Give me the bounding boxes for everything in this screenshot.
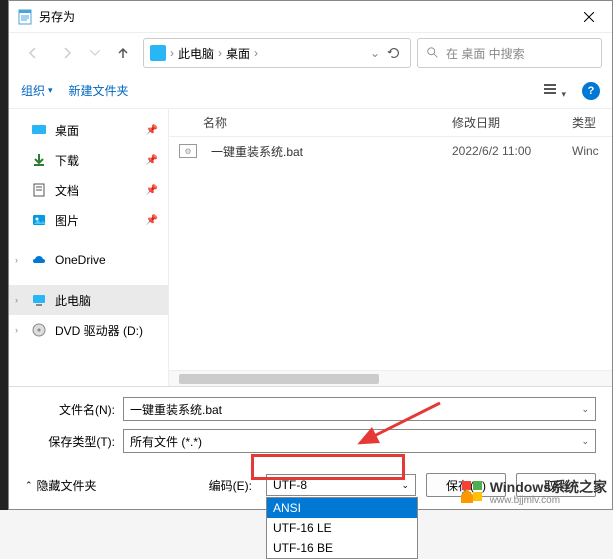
encoding-select[interactable]: UTF-8 ⌄ ANSI UTF-16 LE UTF-16 BE	[266, 474, 416, 496]
sidebar-item-downloads[interactable]: 下载 📌	[9, 145, 168, 175]
dropdown-icon[interactable]: ⌄	[370, 46, 380, 60]
thispc-icon	[31, 292, 47, 308]
close-button[interactable]	[566, 1, 612, 33]
download-icon	[31, 152, 47, 168]
nav-row: › 此电脑 › 桌面 › ⌄ 在 桌面 中搜索	[9, 33, 612, 73]
chevron-right-icon[interactable]: ›	[15, 295, 18, 305]
bat-file-icon: ⚙	[179, 144, 197, 158]
sidebar-item-label: 图片	[55, 212, 79, 229]
filename-label: 文件名(N):	[25, 401, 115, 418]
new-folder-button[interactable]: 新建文件夹	[69, 82, 129, 99]
recent-dropdown[interactable]	[87, 39, 103, 67]
pin-icon: 📌	[146, 125, 158, 136]
h-scrollbar[interactable]	[169, 370, 612, 386]
encoding-option-utf16be[interactable]: UTF-16 BE	[267, 538, 417, 558]
chevron-right-icon[interactable]: ›	[15, 325, 18, 335]
help-button[interactable]: ?	[582, 82, 600, 100]
up-button[interactable]	[109, 39, 137, 67]
sidebar-item-label: 此电脑	[55, 292, 91, 309]
pin-icon: 📌	[146, 215, 158, 226]
scroll-thumb[interactable]	[179, 374, 379, 384]
sidebar-item-label: DVD 驱动器 (D:)	[55, 322, 143, 339]
savetype-select[interactable]: 所有文件 (*.*) ⌄	[123, 429, 596, 453]
chevron-up-icon: ⌃	[25, 480, 33, 491]
chevron-right-icon: ›	[218, 46, 222, 60]
search-icon	[426, 46, 440, 60]
dvd-icon	[31, 322, 47, 338]
file-row[interactable]: ⚙ 一键重装系统.bat 2022/6/2 11:00 Winc	[169, 137, 612, 165]
sidebar-item-documents[interactable]: 文档 📌	[9, 175, 168, 205]
column-headers: 名称 修改日期 类型	[169, 109, 612, 137]
col-date[interactable]: 修改日期	[452, 114, 572, 131]
address-bar[interactable]: › 此电脑 › 桌面 › ⌄	[143, 38, 411, 68]
col-type[interactable]: 类型	[572, 114, 612, 131]
sidebar-item-pictures[interactable]: 图片 📌	[9, 205, 168, 235]
desktop-icon	[31, 122, 47, 138]
watermark: Windows系统之家 www.bjjmlv.com	[460, 477, 607, 506]
location-icon	[150, 45, 166, 61]
savetype-label: 保存类型(T):	[25, 433, 115, 450]
breadcrumb-seg[interactable]: 此电脑	[178, 45, 214, 62]
sidebar: 桌面 📌 下载 📌 文档 📌 图片 📌 › One	[9, 109, 169, 386]
file-name: 一键重装系统.bat	[211, 143, 452, 160]
sidebar-item-label: OneDrive	[55, 253, 106, 267]
organize-button[interactable]: 组织 ▾	[21, 82, 53, 99]
sidebar-item-thispc[interactable]: › 此电脑	[9, 285, 168, 315]
pin-icon: 📌	[146, 155, 158, 166]
encoding-label: 编码(E):	[209, 477, 252, 494]
title-bar: 另存为	[9, 1, 612, 33]
view-options-button[interactable]: ▾	[542, 81, 566, 100]
chevron-down-icon: ▾	[48, 85, 53, 96]
hide-folders-toggle[interactable]: ⌃ 隐藏文件夹	[25, 477, 97, 494]
pin-icon: 📌	[146, 185, 158, 196]
sidebar-item-label: 文档	[55, 182, 79, 199]
form-area: 文件名(N): 一键重装系统.bat ⌄ 保存类型(T): 所有文件 (*.*)…	[9, 386, 612, 465]
encoding-dropdown: ANSI UTF-16 LE UTF-16 BE	[266, 497, 418, 559]
window-title: 另存为	[39, 8, 566, 25]
chevron-right-icon: ›	[170, 46, 174, 60]
file-date: 2022/6/2 11:00	[452, 144, 572, 158]
sidebar-item-onedrive[interactable]: › OneDrive	[9, 245, 168, 275]
watermark-logo-icon	[460, 479, 486, 505]
refresh-button[interactable]	[384, 46, 404, 60]
sidebar-item-dvd[interactable]: › DVD 驱动器 (D:)	[9, 315, 168, 345]
save-as-dialog: 另存为 › 此电脑 › 桌面 › ⌄	[8, 0, 613, 510]
chevron-right-icon[interactable]: ›	[15, 255, 18, 265]
col-name[interactable]: 名称	[179, 114, 452, 131]
forward-button[interactable]	[53, 39, 81, 67]
onedrive-icon	[31, 252, 47, 268]
file-type: Winc	[572, 144, 612, 158]
notepad-icon	[17, 9, 33, 25]
search-placeholder: 在 桌面 中搜索	[446, 45, 525, 62]
breadcrumb-seg[interactable]: 桌面	[226, 45, 250, 62]
back-button[interactable]	[19, 39, 47, 67]
document-icon	[31, 182, 47, 198]
sidebar-item-label: 下载	[55, 152, 79, 169]
filename-input[interactable]: 一键重装系统.bat ⌄	[123, 397, 596, 421]
watermark-text: Windows系统之家	[490, 477, 607, 497]
chevron-down-icon[interactable]: ⌄	[581, 404, 589, 415]
encoding-option-utf16le[interactable]: UTF-16 LE	[267, 518, 417, 538]
pictures-icon	[31, 212, 47, 228]
chevron-down-icon[interactable]: ⌄	[581, 436, 589, 447]
encoding-option-ansi[interactable]: ANSI	[267, 498, 417, 518]
toolbar: 组织 ▾ 新建文件夹 ▾ ?	[9, 73, 612, 109]
sidebar-item-desktop[interactable]: 桌面 📌	[9, 115, 168, 145]
search-input[interactable]: 在 桌面 中搜索	[417, 38, 602, 68]
chevron-down-icon: ⌄	[401, 480, 409, 491]
sidebar-item-label: 桌面	[55, 122, 79, 139]
file-list: 名称 修改日期 类型 ⚙ 一键重装系统.bat 2022/6/2 11:00 W…	[169, 109, 612, 386]
chevron-right-icon: ›	[254, 46, 258, 60]
